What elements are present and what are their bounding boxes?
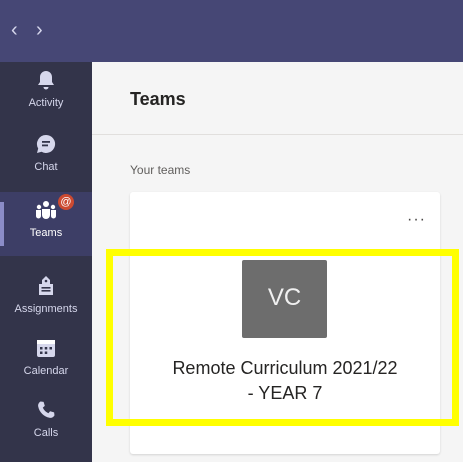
rail-item-label: Calendar — [23, 365, 69, 377]
team-name-line-2: - YEAR 7 — [247, 383, 323, 403]
rail-item-assignments[interactable]: Assignments — [0, 268, 92, 332]
more-options-button[interactable]: ··· — [407, 212, 426, 228]
app-bar: Activity Chat @ Teams Assignments Calend… — [0, 62, 92, 462]
assignments-icon — [39, 276, 53, 295]
rail-item-label: Calls — [33, 427, 59, 439]
phone-icon — [38, 401, 55, 418]
your-teams-label: Your teams — [130, 163, 191, 177]
team-name[interactable]: Remote Curriculum 2021/22 - YEAR 7 — [140, 356, 430, 406]
teams-app: ‹ › Activity Chat @ Teams Assignments Ca… — [0, 0, 463, 462]
teams-icon — [36, 201, 56, 219]
chat-icon — [36, 134, 56, 153]
team-avatar[interactable]: VC — [242, 260, 327, 338]
back-button[interactable]: ‹ — [11, 18, 18, 42]
title-bar: ‹ › — [0, 0, 463, 62]
mention-badge: @ — [58, 194, 74, 210]
page-header: Teams — [92, 62, 463, 135]
rail-item-calendar[interactable]: Calendar — [0, 330, 92, 394]
rail-item-label: Activity — [28, 97, 64, 109]
rail-item-teams[interactable]: @ Teams — [0, 192, 92, 256]
rail-item-chat[interactable]: Chat — [0, 126, 92, 190]
bell-icon — [38, 71, 54, 90]
team-initials: VC — [267, 284, 302, 311]
rail-item-label: Chat — [34, 161, 58, 173]
calendar-icon — [37, 340, 55, 357]
rail-item-activity[interactable]: Activity — [0, 62, 92, 126]
team-card[interactable]: ··· VC Remote Curriculum 2021/22 - YEAR … — [130, 192, 440, 454]
page-title: Teams — [130, 89, 186, 109]
forward-button[interactable]: › — [36, 18, 43, 42]
rail-item-calls[interactable]: Calls — [0, 392, 92, 456]
team-name-line-1: Remote Curriculum 2021/22 — [172, 358, 398, 378]
rail-item-label: Assignments — [14, 303, 78, 315]
rail-item-label: Teams — [29, 227, 63, 239]
main-pane: Teams Your teams ··· VC Remote Curriculu… — [92, 62, 463, 462]
